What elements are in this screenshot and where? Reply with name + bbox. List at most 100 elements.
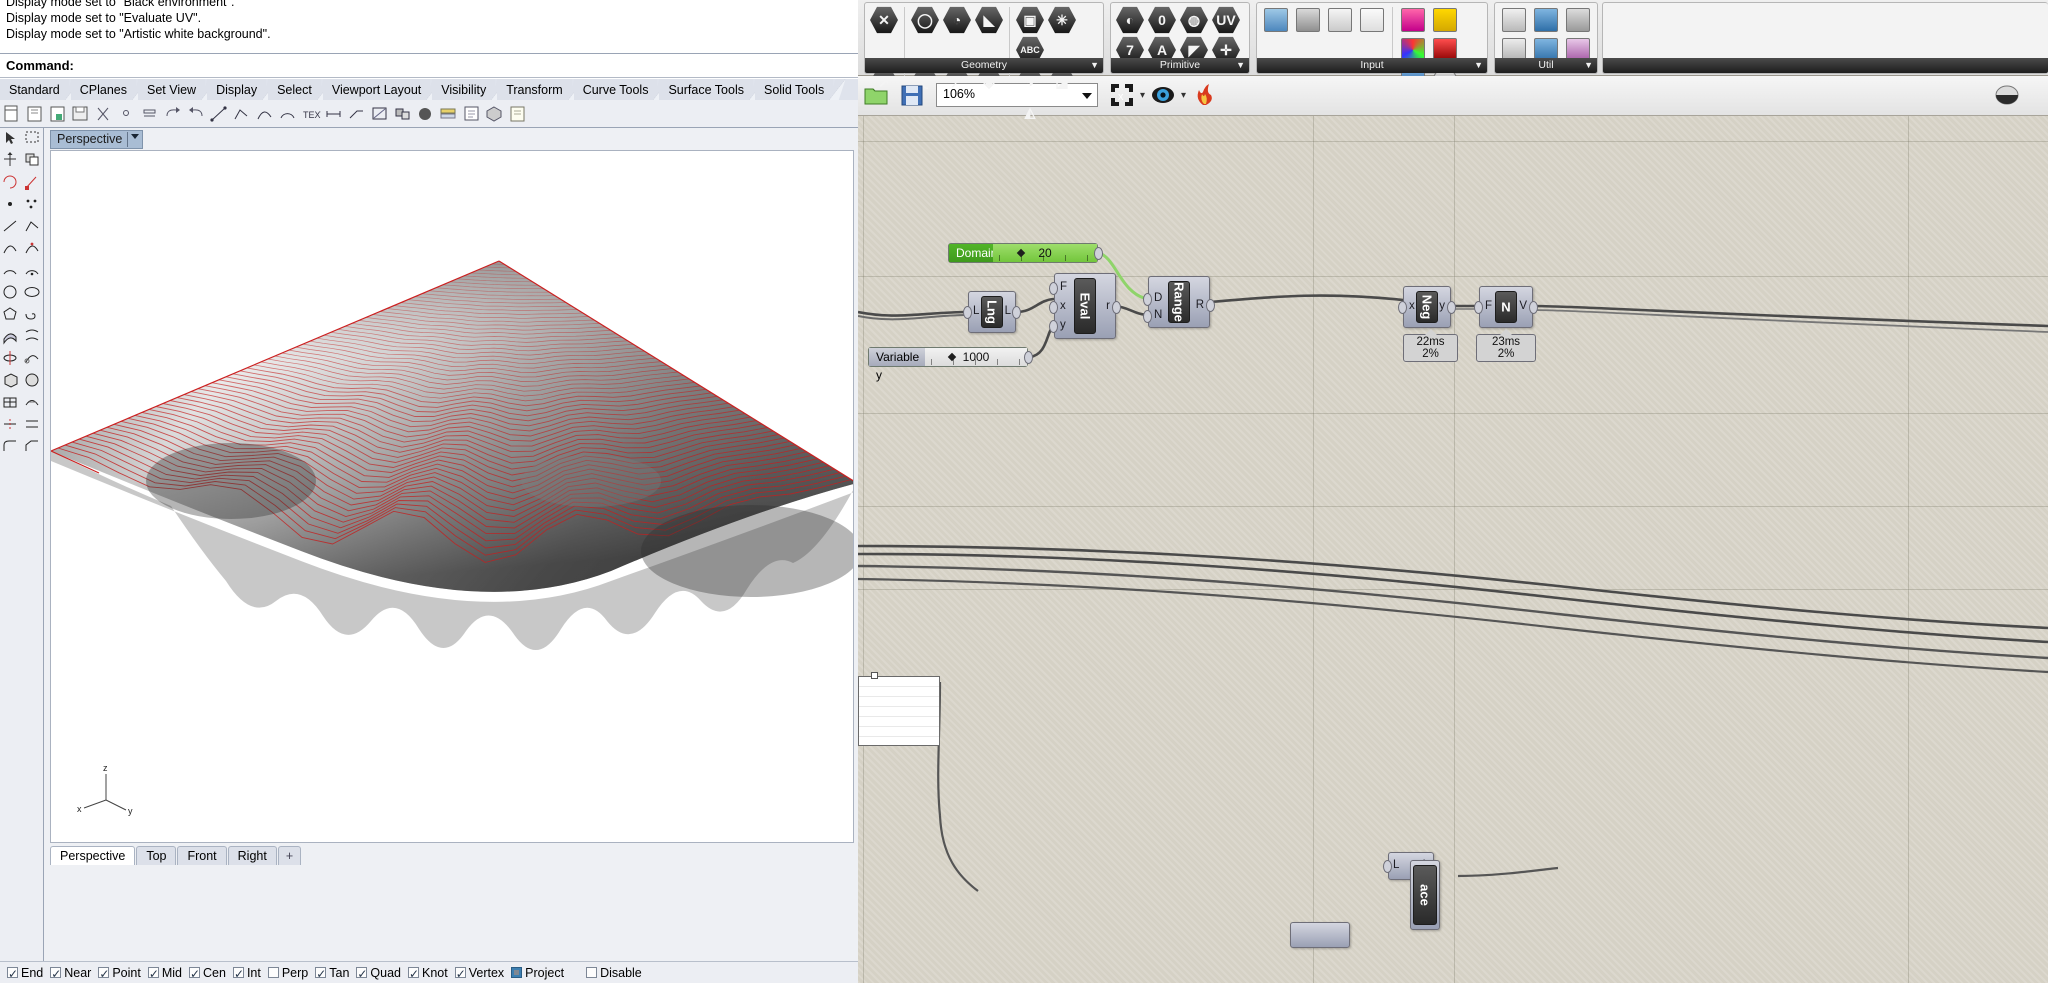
slider-variable-y[interactable]: Variable y 1000	[868, 347, 1033, 382]
geometry-cache-icon[interactable]: ABC	[1016, 36, 1044, 64]
component-eval-output-nub-r[interactable]	[1112, 301, 1121, 314]
osnap-mid-checkbox[interactable]	[147, 963, 159, 983]
osnap-quad[interactable]: Quad	[356, 962, 401, 983]
path-primitive-icon[interactable]: ✛	[1212, 36, 1240, 64]
box-icon[interactable]	[1, 371, 22, 391]
preview-eye-icon[interactable]	[1148, 80, 1178, 110]
undo-icon[interactable]	[163, 104, 183, 124]
interval-primitive-icon[interactable]: ◍	[1180, 6, 1208, 34]
grasshopper-canvas[interactable]: Domain 20 Variable y 1000 L L Lng F x y …	[858, 116, 2048, 983]
surface-param-icon[interactable]: ◣	[975, 6, 1003, 34]
osnap-point-checkbox[interactable]	[98, 963, 109, 983]
preview-dropdown-arrow[interactable]: ▾	[1181, 76, 1186, 116]
osnap-project-checkbox[interactable]	[511, 967, 523, 978]
redo-icon[interactable]	[186, 104, 206, 124]
slider-domain-output-nub[interactable]	[1094, 247, 1103, 260]
component-range-output-nub-R[interactable]	[1206, 299, 1215, 312]
arc-center-icon[interactable]	[23, 261, 44, 281]
mesh-icon[interactable]	[1, 393, 22, 413]
ribbon-group-input-label[interactable]: Input ▼	[1257, 58, 1487, 73]
cluster-icon[interactable]	[1500, 6, 1528, 34]
new-file-icon[interactable]	[2, 104, 22, 124]
slider-domain[interactable]: Domain 20	[948, 243, 1103, 263]
component-bottom-surface[interactable]: ace	[1410, 860, 1440, 930]
curve-param-icon[interactable]: ◔	[943, 6, 971, 34]
component-n[interactable]: F V N	[1474, 286, 1538, 328]
circle-primitive-icon[interactable]: ◐	[1116, 6, 1144, 34]
component-neg-input-nub[interactable]	[1398, 301, 1407, 314]
select-arrow-icon[interactable]	[1, 129, 22, 149]
component-lng[interactable]: L L Lng	[963, 291, 1021, 333]
component-range-input-nub-D[interactable]	[1143, 293, 1152, 306]
viewport-tab-right[interactable]: Right	[227, 846, 277, 865]
number-primitive-icon[interactable]: 0	[1148, 6, 1176, 34]
osnap-disable[interactable]: Disable	[586, 962, 642, 983]
tab-display[interactable]: Display	[207, 79, 267, 101]
tab-select[interactable]: Select	[268, 79, 321, 101]
rgb-counter-icon[interactable]	[1431, 6, 1459, 34]
osnap-mid[interactable]: Mid	[147, 962, 182, 983]
osnap-knot-checkbox[interactable]	[408, 963, 419, 983]
layer-icon[interactable]	[439, 104, 459, 124]
osnap-point[interactable]: Point	[98, 962, 141, 983]
tab-solid-tools[interactable]: Solid Tools	[754, 79, 834, 101]
spiral-icon[interactable]	[23, 305, 44, 325]
arc-tool-icon[interactable]	[1, 261, 22, 281]
floppy-icon[interactable]	[1294, 6, 1322, 34]
cut-icon[interactable]	[94, 104, 114, 124]
osnap-vertex[interactable]: Vertex	[454, 962, 504, 983]
osnap-near-checkbox[interactable]	[50, 963, 61, 983]
move-icon[interactable]	[1, 151, 22, 171]
select-window-icon[interactable]	[23, 129, 44, 149]
osnap-vertex-checkbox[interactable]	[454, 963, 466, 983]
tab-cplanes[interactable]: CPlanes	[70, 79, 136, 101]
component-eval-input-nub-x[interactable]	[1049, 301, 1058, 314]
curve-pts-icon[interactable]	[23, 239, 44, 259]
chevron-down-icon[interactable]	[1082, 93, 1092, 99]
slider-variable-y-output-nub[interactable]	[1024, 351, 1033, 364]
print-icon[interactable]	[71, 104, 91, 124]
component-bottom-small-input-nub[interactable]	[1383, 860, 1392, 873]
cancel-icon[interactable]: ✕	[870, 6, 898, 34]
copy-icon[interactable]	[117, 104, 137, 124]
viewport-tab-perspective[interactable]: Perspective	[50, 846, 136, 865]
viewport-tab-add[interactable]: +	[277, 846, 302, 865]
tab-curve-tools[interactable]: Curve Tools	[573, 79, 658, 101]
trim-icon[interactable]	[1, 415, 22, 435]
component-lng-output-nub[interactable]	[1012, 306, 1021, 319]
zoom-extents-icon[interactable]: x	[1107, 80, 1137, 110]
zoom-extents-dropdown-arrow[interactable]: ▾	[1140, 76, 1145, 116]
curve-icon[interactable]	[255, 104, 275, 124]
component-n-input-nub[interactable]	[1474, 301, 1483, 314]
notes-icon[interactable]	[508, 104, 528, 124]
osnap-knot[interactable]: Knot	[408, 962, 448, 983]
ribbon-group-util-label[interactable]: Util ▼	[1495, 58, 1597, 73]
osnap-disable-checkbox[interactable]	[586, 967, 598, 978]
timer-icon[interactable]	[1564, 6, 1592, 34]
tab-surface-tools[interactable]: Surface Tools	[659, 79, 753, 101]
tab-transform[interactable]: Transform	[497, 79, 572, 101]
sphere-solid-icon[interactable]	[23, 371, 44, 391]
viewport-tab-front[interactable]: Front	[177, 846, 227, 865]
chamfer-icon[interactable]	[23, 437, 44, 457]
viewport-canvas[interactable]: z x y	[50, 150, 854, 843]
mesh-param-icon[interactable]: ✳	[1048, 6, 1076, 34]
slider-variable-y-track[interactable]: 1000	[925, 348, 1027, 366]
open-file-icon[interactable]	[25, 104, 45, 124]
circle-icon[interactable]	[1, 283, 22, 303]
surface-patch-icon[interactable]: ◈	[975, 68, 1003, 96]
component-range-input-nub-N[interactable]	[1143, 310, 1152, 323]
osnap-perp[interactable]: Perp	[267, 962, 308, 983]
text-primitive-icon[interactable]: A	[1148, 36, 1176, 64]
curve-tool-icon[interactable]: ◟	[911, 68, 939, 96]
component-bottom-aux[interactable]	[1290, 922, 1350, 948]
block-icon[interactable]	[485, 104, 505, 124]
rotate-icon[interactable]	[1, 173, 22, 193]
sweep-icon[interactable]	[23, 349, 44, 369]
osnap-tan[interactable]: Tan	[315, 962, 349, 983]
colour-swatch-icon[interactable]	[1399, 6, 1427, 34]
component-neg-output-nub[interactable]	[1447, 301, 1456, 314]
chevron-down-icon[interactable]: ▼	[1474, 58, 1483, 73]
arc-icon[interactable]	[278, 104, 298, 124]
bake-flame-icon[interactable]	[1189, 80, 1219, 110]
